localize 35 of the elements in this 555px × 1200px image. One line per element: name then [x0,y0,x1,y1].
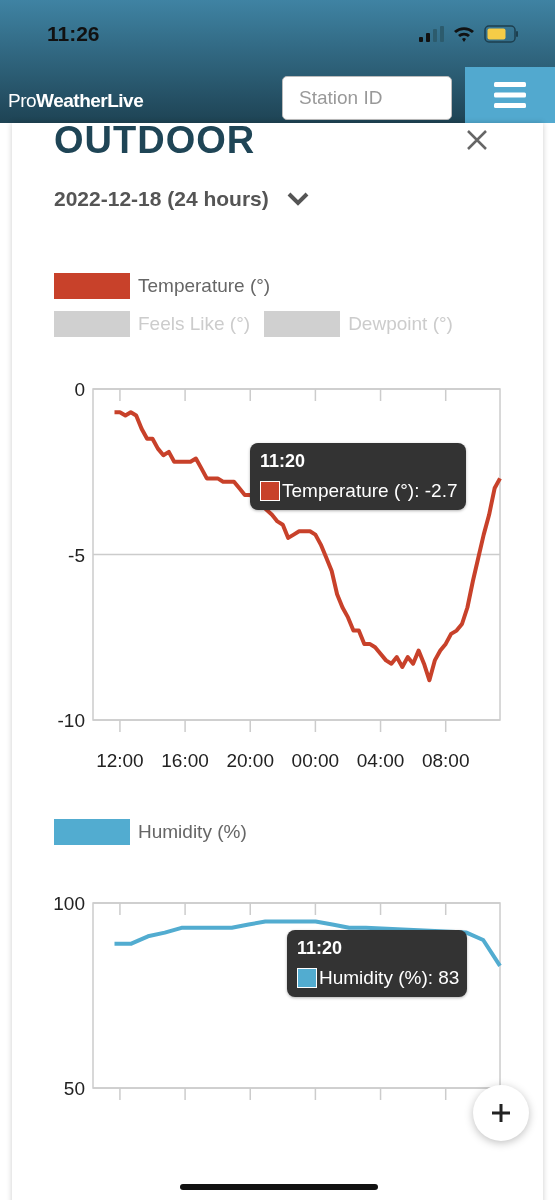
x-axis-label: 12:00 [96,750,144,771]
tooltip-time: 11:20 [297,938,344,959]
y-axis-label: -10 [57,710,85,731]
battery-icon [484,24,519,43]
series-swatch [297,968,317,988]
app-logo[interactable]: ProWeatherLive [0,78,282,112]
legend-item[interactable]: Temperature (°) [54,273,483,299]
x-axis-label: 20:00 [226,750,274,771]
menu-button[interactable] [465,67,555,123]
close-button[interactable] [465,128,489,152]
close-icon [465,128,489,152]
x-axis-label: 08:00 [421,750,470,771]
series-swatch [260,481,280,501]
tooltip-time: 11:20 [260,451,307,472]
x-axis-label: 16:00 [161,750,209,771]
y-axis-label: 100 [53,893,85,914]
signal-icon [419,25,444,42]
menu-icon [494,82,526,108]
tooltip-value: Humidity (%): 83 [319,967,460,989]
x-axis-label: 04:00 [356,750,405,771]
period-dropdown[interactable]: 2022-12-18 (24 hours) [54,187,309,211]
chevron-down-icon [286,192,309,206]
plus-icon [491,1103,511,1123]
wifi-icon [453,25,475,42]
y-axis-label: 50 [63,1078,85,1099]
y-axis-label: -5 [68,544,85,566]
station-search-field[interactable]: Station ID [282,76,452,120]
x-axis-label: 00:00 [291,750,340,771]
y-axis-label: 0 [74,379,85,400]
tooltip-value: Temperature (°): -2.7 [282,480,458,502]
legend-label: Humidity (%) [138,821,247,843]
legend-label: Temperature (°) [138,275,271,297]
panel-title: OUTDOOR [54,118,256,162]
clock-time: 11:26 [47,21,100,46]
legend-item[interactable]: Humidity (%) [54,819,247,845]
